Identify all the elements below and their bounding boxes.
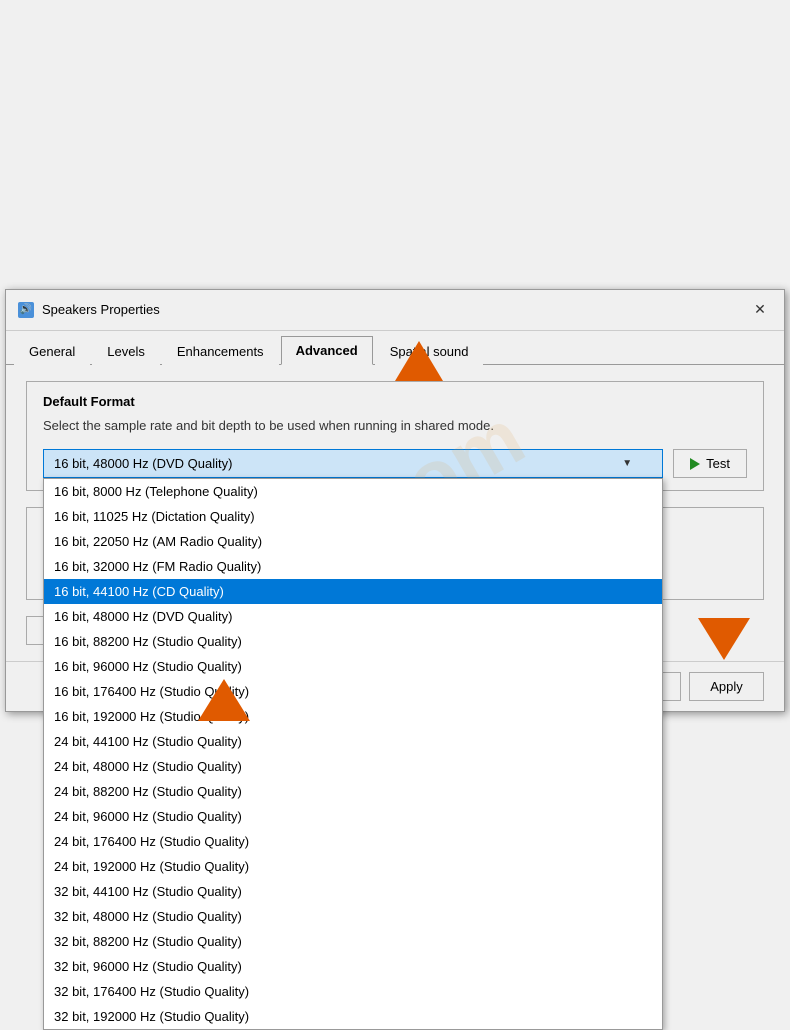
default-format-section: Default Format Select the sample rate an… (26, 381, 764, 491)
dropdown-item-8[interactable]: 16 bit, 176400 Hz (Studio Quality) (44, 679, 662, 704)
dropdown-item-19[interactable]: 32 bit, 96000 Hz (Studio Quality) (44, 954, 662, 979)
apply-button[interactable]: Apply (689, 672, 764, 701)
default-format-desc: Select the sample rate and bit depth to … (43, 417, 747, 435)
content-area: Default Format Select the sample rate an… (6, 365, 784, 661)
dialog-icon: 🔊 (18, 302, 34, 318)
dropdown-chevron-icon: ▼ (622, 458, 632, 469)
dropdown-item-13[interactable]: 24 bit, 96000 Hz (Studio Quality) (44, 804, 662, 829)
close-button[interactable]: ✕ (748, 298, 772, 322)
dropdown-item-18[interactable]: 32 bit, 88200 Hz (Studio Quality) (44, 929, 662, 954)
dropdown-item-3[interactable]: 16 bit, 32000 Hz (FM Radio Quality) (44, 554, 662, 579)
dropdown-item-4[interactable]: 16 bit, 44100 Hz (CD Quality) (44, 579, 662, 604)
dropdown-item-6[interactable]: 16 bit, 88200 Hz (Studio Quality) (44, 629, 662, 654)
dropdown-item-14[interactable]: 24 bit, 176400 Hz (Studio Quality) (44, 829, 662, 854)
test-label: Test (706, 456, 730, 471)
tab-levels[interactable]: Levels (92, 337, 160, 365)
dropdown-item-9[interactable]: 16 bit, 192000 Hz (Studio Quality) (44, 704, 662, 729)
dropdown-selected-value: 16 bit, 48000 Hz (DVD Quality) (54, 456, 232, 471)
speakers-properties-dialog: 🔊 Speakers Properties ✕ General Levels E… (5, 289, 785, 712)
dropdown-item-1[interactable]: 16 bit, 11025 Hz (Dictation Quality) (44, 504, 662, 529)
dropdown-item-15[interactable]: 24 bit, 192000 Hz (Studio Quality) (44, 854, 662, 879)
dialog-title: Speakers Properties (42, 302, 748, 317)
dropdown-item-11[interactable]: 24 bit, 48000 Hz (Studio Quality) (44, 754, 662, 779)
dropdown-item-5[interactable]: 16 bit, 48000 Hz (DVD Quality) (44, 604, 662, 629)
dropdown-item-20[interactable]: 32 bit, 176400 Hz (Studio Quality) (44, 979, 662, 1004)
dropdown-item-7[interactable]: 16 bit, 96000 Hz (Studio Quality) (44, 654, 662, 679)
dropdown-list[interactable]: 16 bit, 8000 Hz (Telephone Quality) 16 b… (43, 478, 663, 1030)
tab-bar: General Levels Enhancements Advanced Spa… (6, 331, 784, 365)
dropdown-item-10[interactable]: 24 bit, 44100 Hz (Studio Quality) (44, 729, 662, 754)
title-bar: 🔊 Speakers Properties ✕ (6, 290, 784, 331)
dropdown-item-17[interactable]: 32 bit, 48000 Hz (Studio Quality) (44, 904, 662, 929)
dropdown-item-16[interactable]: 32 bit, 44100 Hz (Studio Quality) (44, 879, 662, 904)
dropdown-item-2[interactable]: 16 bit, 22050 Hz (AM Radio Quality) (44, 529, 662, 554)
tab-spatial-sound[interactable]: Spatial sound (375, 337, 484, 365)
dropdown-item-12[interactable]: 24 bit, 88200 Hz (Studio Quality) (44, 779, 662, 804)
play-icon (690, 458, 700, 470)
tab-enhancements[interactable]: Enhancements (162, 337, 279, 365)
test-button[interactable]: Test (673, 449, 747, 478)
default-format-title: Default Format (43, 394, 747, 409)
dropdown-item-21[interactable]: 32 bit, 192000 Hz (Studio Quality) (44, 1004, 662, 1029)
dropdown-row: 16 bit, 48000 Hz (DVD Quality) ▼ 16 bit,… (43, 449, 747, 478)
format-dropdown[interactable]: 16 bit, 48000 Hz (DVD Quality) ▼ 16 bit,… (43, 449, 663, 478)
tab-general[interactable]: General (14, 337, 90, 365)
tab-advanced[interactable]: Advanced (281, 336, 373, 365)
dropdown-item-0[interactable]: 16 bit, 8000 Hz (Telephone Quality) (44, 479, 662, 504)
